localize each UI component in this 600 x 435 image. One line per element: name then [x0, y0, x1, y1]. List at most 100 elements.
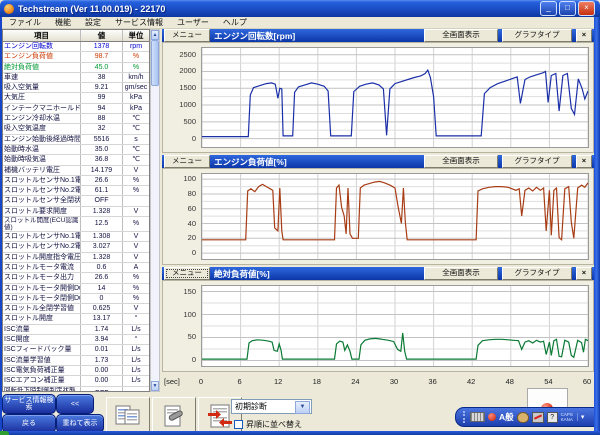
- chart-close-button[interactable]: ×: [576, 29, 592, 42]
- y-tick-label: 150: [164, 287, 196, 296]
- menu-item[interactable]: 機能: [48, 17, 78, 28]
- chart-title: エンジン回転数[rpm]: [214, 30, 420, 42]
- service-info-search-button[interactable]: サービス情報検索: [2, 394, 56, 414]
- window-border-bottom: [0, 431, 600, 435]
- combo-dropdown-icon[interactable]: ▼: [295, 401, 310, 414]
- table-row[interactable]: スロットル全閉学習値0.625V: [3, 304, 149, 314]
- fullscreen-button[interactable]: 全画面表示: [424, 155, 498, 168]
- header-value[interactable]: 値: [81, 30, 123, 41]
- close-button[interactable]: ×: [578, 1, 595, 16]
- row-unit: V: [123, 207, 149, 216]
- maximize-button[interactable]: □: [559, 1, 576, 16]
- table-row[interactable]: ISCエアコン補正量0.00L/s: [3, 376, 149, 386]
- snapshot-button[interactable]: [152, 397, 196, 434]
- ime-palette-icon[interactable]: [517, 412, 529, 423]
- row-unit: L/s: [123, 345, 149, 354]
- table-row[interactable]: ISCフィードバック量0.01L/s: [3, 345, 149, 355]
- diagnosis-mode-select[interactable]: 初期診断 ▼: [231, 399, 312, 414]
- table-row[interactable]: 回転低下時制御判定状態OFF: [3, 387, 149, 393]
- table-row[interactable]: 大気圧99kPa: [3, 93, 149, 103]
- checkbox-icon[interactable]: [234, 420, 243, 429]
- keyboard-icon[interactable]: [470, 412, 485, 422]
- row-value: 13.17: [81, 314, 123, 323]
- header-unit[interactable]: 単位: [123, 30, 149, 41]
- chart-menu-button[interactable]: メニュー: [164, 267, 210, 280]
- table-row[interactable]: スロットルモータ閉側Duty比0%: [3, 294, 149, 304]
- table-row[interactable]: ISC電気負荷補正量0.00L/s: [3, 366, 149, 376]
- scrollbar-thumb[interactable]: [151, 40, 159, 86]
- table-row[interactable]: スロットルセンサ全閉状態OFF: [3, 196, 149, 206]
- ime-mode-label[interactable]: A般: [499, 411, 514, 423]
- back-double-button[interactable]: <<: [56, 394, 94, 414]
- rpm-plot: [201, 47, 589, 148]
- table-row[interactable]: ISC流量1.74L/s: [3, 325, 149, 335]
- table-row[interactable]: スロットルモータ出力26.6%: [3, 273, 149, 283]
- table-row[interactable]: 吸入空気温度32℃: [3, 124, 149, 134]
- row-unit: [123, 196, 149, 205]
- chart-menu-button[interactable]: メニュー: [164, 155, 210, 168]
- menu-item[interactable]: 設定: [78, 17, 108, 28]
- menu-item[interactable]: ユーザー: [170, 17, 216, 28]
- ime-pen-icon[interactable]: [532, 412, 544, 423]
- chart-close-button[interactable]: ×: [576, 267, 592, 280]
- graphtype-button[interactable]: グラフタイプ: [502, 29, 572, 42]
- table-row[interactable]: インテークマニホールド圧94kPa: [3, 104, 149, 114]
- scroll-down-icon[interactable]: ▼: [151, 381, 159, 391]
- row-label: エンジン始動後経過時間: [3, 135, 81, 144]
- table-row[interactable]: 補機バッテリ電圧14.179V: [3, 166, 149, 176]
- table-row[interactable]: スロットルセンサNo.1電圧1.308V: [3, 232, 149, 242]
- row-unit: %: [123, 63, 149, 72]
- ime-minimize-icon[interactable]: ▾: [577, 413, 588, 421]
- table-row[interactable]: スロットルセンサNo.1電圧比26.6%: [3, 176, 149, 186]
- table-row[interactable]: エンジン冷却水温88℃: [3, 114, 149, 124]
- row-unit: %: [123, 186, 149, 195]
- datalist-view-button[interactable]: [106, 397, 150, 434]
- ime-status-icon[interactable]: [488, 413, 496, 421]
- window-titlebar[interactable]: Techstream (Ver 11.00.019) - 22170 _ □ ×: [0, 0, 600, 17]
- table-scrollbar[interactable]: ▲ ▼: [150, 29, 160, 392]
- table-row[interactable]: スロットル要求開度1.328V: [3, 207, 149, 217]
- table-row[interactable]: エンジン始動後経過時間5516s: [3, 135, 149, 145]
- table-row[interactable]: 吸入空気量9.21gm/sec: [3, 83, 149, 93]
- menu-item[interactable]: ファイル: [2, 17, 48, 28]
- ime-language-bar[interactable]: A般 ? CAPS KANA ▾: [455, 407, 596, 427]
- table-row[interactable]: スロットルモータ開側Duty比14%: [3, 284, 149, 294]
- table-row[interactable]: スロットル開度指令電圧1.328V: [3, 253, 149, 263]
- table-row[interactable]: エンジン回転数1378rpm: [3, 42, 149, 52]
- chart-close-button[interactable]: ×: [576, 155, 592, 168]
- minimize-button[interactable]: _: [540, 1, 557, 16]
- table-row[interactable]: 車速38km/h: [3, 73, 149, 83]
- row-value: 0: [81, 294, 123, 303]
- menu-item[interactable]: ヘルプ: [216, 17, 254, 28]
- chart-menu-button[interactable]: メニュー: [164, 29, 210, 42]
- sort-ascending-option[interactable]: 昇順に並べ替え: [234, 419, 302, 430]
- table-row[interactable]: スロットルセンサNo.2電圧3.027V: [3, 242, 149, 252]
- table-row[interactable]: スロットル開度(ECU認識値)12.5%: [3, 217, 149, 232]
- table-row[interactable]: エンジン負荷値98.7%: [3, 52, 149, 62]
- kana-indicator: KANA: [561, 417, 573, 422]
- menu-item[interactable]: サービス情報: [108, 17, 170, 28]
- table-row[interactable]: 始動時水温35.0℃: [3, 145, 149, 155]
- window-border-left: [0, 17, 2, 435]
- y-tick-label: 60: [164, 204, 196, 213]
- graphtype-button[interactable]: グラフタイプ: [502, 267, 572, 280]
- graphtype-button[interactable]: グラフタイプ: [502, 155, 572, 168]
- row-label: ISC流量学習値: [3, 356, 81, 365]
- table-row[interactable]: ISC開度3.94°: [3, 335, 149, 345]
- header-item[interactable]: 項目: [3, 30, 81, 41]
- ime-help-icon[interactable]: ?: [547, 412, 558, 423]
- row-unit: V: [123, 304, 149, 313]
- row-unit: kPa: [123, 93, 149, 102]
- ime-grip-handle[interactable]: [463, 411, 467, 423]
- scroll-up-icon[interactable]: ▲: [151, 30, 159, 40]
- x-tick-label: 42: [467, 377, 475, 386]
- table-row[interactable]: スロットル開度13.17°: [3, 314, 149, 324]
- table-row[interactable]: スロットルセンサNo.2電圧比61.1%: [3, 186, 149, 196]
- table-row[interactable]: 絶対負荷値45.0%: [3, 63, 149, 73]
- table-row[interactable]: ISC流量学習値1.73L/s: [3, 356, 149, 366]
- fullscreen-button[interactable]: 全画面表示: [424, 267, 498, 280]
- table-row[interactable]: スロットルモータ電流0.6A: [3, 263, 149, 273]
- fullscreen-button[interactable]: 全画面表示: [424, 29, 498, 42]
- row-label: 始動時水温: [3, 145, 81, 154]
- table-row[interactable]: 始動時吸気温36.8℃: [3, 155, 149, 165]
